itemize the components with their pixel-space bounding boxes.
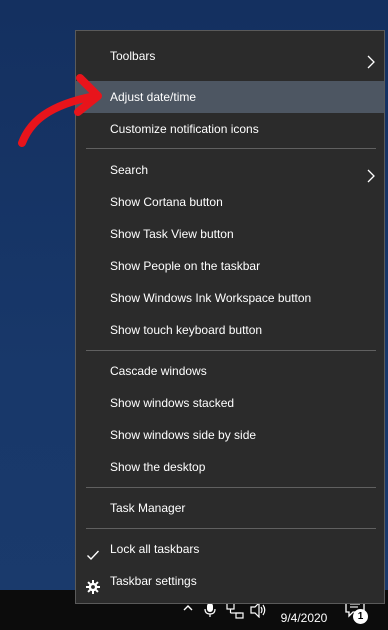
microphone-icon[interactable] [203,602,217,618]
menu-item-customize-notification-icons[interactable]: Customize notification icons [76,113,384,145]
menu-item-adjust-date-time[interactable]: Adjust date/time [76,81,384,113]
menu-item-show-windows-side-by-side[interactable]: Show windows side by side [76,419,384,451]
menu-item-toolbars[interactable]: Toolbars [76,40,384,72]
chevron-right-icon [366,163,376,183]
checkmark-icon [86,542,100,561]
volume-icon[interactable] [250,602,268,618]
menu-item-lock-all-taskbars[interactable]: Lock all taskbars [76,533,384,565]
menu-item-label: Search [110,163,149,177]
menu-item-label: Show Task View button [110,227,234,241]
notification-count-badge: 1 [353,609,368,624]
menu-item-show-task-view-button[interactable]: Show Task View button [76,218,384,250]
menu-item-label: Task Manager [110,501,186,515]
menu-separator [86,487,376,488]
menu-item-label: Customize notification icons [110,122,259,136]
menu-item-label: Show windows stacked [110,396,235,410]
menu-separator [86,350,376,351]
menu-separator [86,528,376,529]
menu-item-label: Cascade windows [110,364,207,378]
menu-item-show-the-desktop[interactable]: Show the desktop [76,451,384,483]
menu-item-label: Show the desktop [110,460,206,474]
menu-item-show-windows-ink[interactable]: Show Windows Ink Workspace button [76,282,384,314]
taskbar-context-menu: Toolbars Adjust date/time Customize noti… [75,30,385,604]
menu-item-label: Show touch keyboard button [110,323,263,337]
menu-item-show-cortana-button[interactable]: Show Cortana button [76,186,384,218]
chevron-right-icon [366,49,376,69]
menu-item-label: Taskbar settings [110,574,197,588]
menu-item-task-manager[interactable]: Task Manager [76,492,384,524]
menu-separator [86,148,376,149]
menu-item-cascade-windows[interactable]: Cascade windows [76,355,384,387]
menu-item-label: Show Cortana button [110,195,223,209]
menu-item-label: Show People on the taskbar [110,259,261,273]
menu-item-search[interactable]: Search [76,154,384,186]
taskbar-date[interactable]: 9/4/2020 [277,611,331,625]
menu-item-label: Toolbars [110,49,156,63]
menu-item-label: Show Windows Ink Workspace button [110,291,312,305]
menu-item-show-touch-keyboard[interactable]: Show touch keyboard button [76,314,384,346]
menu-item-show-windows-stacked[interactable]: Show windows stacked [76,387,384,419]
gear-icon [86,574,100,594]
menu-item-label: Show windows side by side [110,428,257,442]
menu-item-label: Adjust date/time [110,90,197,104]
menu-item-label: Lock all taskbars [110,542,200,556]
menu-item-taskbar-settings[interactable]: Taskbar settings [76,565,384,597]
menu-item-show-people[interactable]: Show People on the taskbar [76,250,384,282]
